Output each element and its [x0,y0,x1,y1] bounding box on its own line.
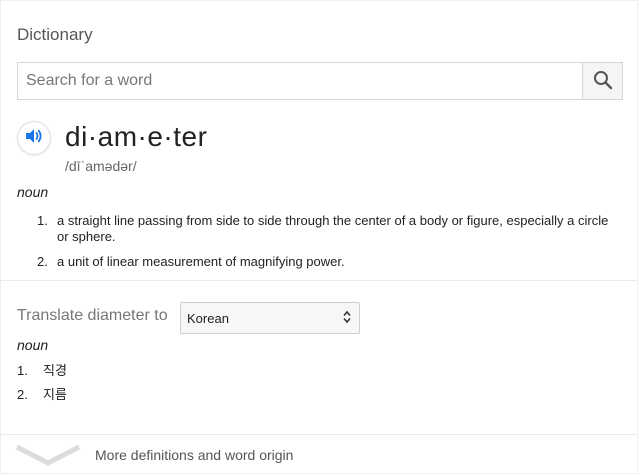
search-button[interactable] [582,63,622,99]
translate-label: Translate diameter to [17,307,168,324]
translation-item: 2. 지름 [17,387,67,411]
dictionary-card: Dictionary di·am·e·ter /dīˈamədər/ noun … [0,0,638,474]
search-box [17,62,623,100]
translation-list: 1. 직경 2. 지름 [17,363,67,411]
definition-number: 1. [37,213,48,228]
translation-item: 1. 직경 [17,363,67,387]
speaker-icon [25,128,43,149]
select-arrows-icon [343,310,351,327]
phonetic-spelling: /dīˈamədər/ [65,158,137,174]
translation-number: 2. [17,387,28,402]
search-input[interactable] [18,63,582,99]
definition-text: a unit of linear measurement of magnifyi… [57,254,345,269]
selected-language: Korean [187,310,229,326]
definition-list: 1. a straight line passing from side to … [17,213,617,279]
card-title: Dictionary [17,25,93,44]
more-definitions-link[interactable]: More definitions and word origin [1,435,638,474]
pronunciation-audio-button[interactable] [17,121,51,155]
part-of-speech: noun [17,184,49,200]
more-definitions-text: More definitions and word origin [95,447,294,463]
language-select[interactable]: Korean [180,302,360,334]
definition-number: 2. [37,254,48,269]
translation-text: 지름 [43,387,67,402]
search-icon [593,70,613,93]
chevron-down-icon [15,443,81,474]
definition-text: a straight line passing from side to sid… [57,213,609,244]
translation-part-of-speech: noun [17,337,49,353]
headword: di·am·e·ter [65,121,208,152]
translation-number: 1. [17,363,28,378]
translation-text: 직경 [43,363,67,378]
section-divider [1,280,638,281]
definition-item: 2. a unit of linear measurement of magni… [17,254,617,270]
definition-item: 1. a straight line passing from side to … [17,213,617,245]
